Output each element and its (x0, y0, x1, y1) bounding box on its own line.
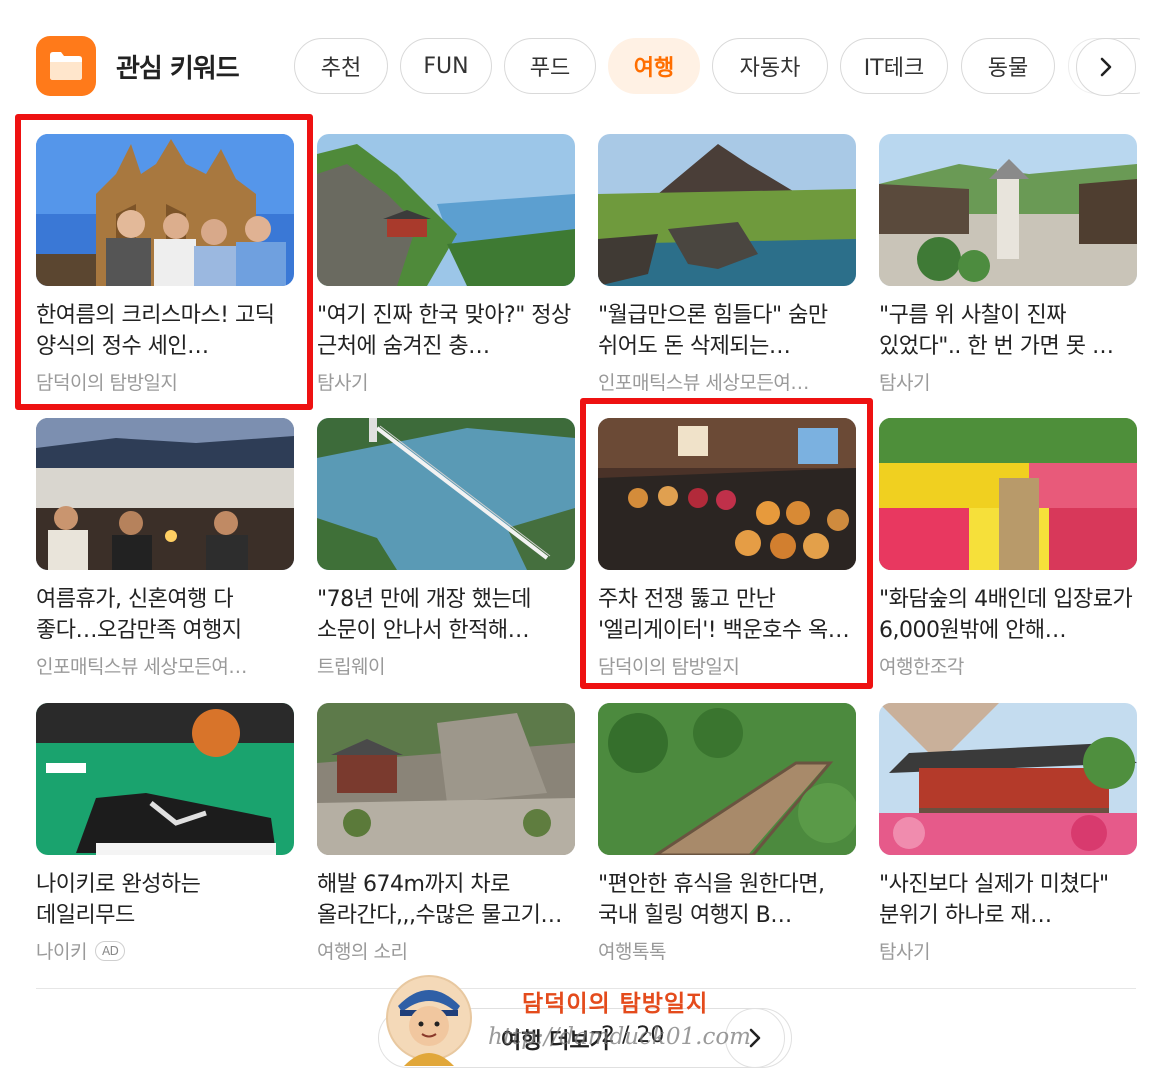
article-card[interactable]: "구름 위 사찰이 진짜 있었다".. 한 번 가면 못 … 탐사기 (879, 134, 1137, 395)
article-card[interactable]: "화담숲의 4배인데 입장료가 6,000원밖에 안해… 여행한조각 (879, 418, 1137, 679)
article-source: 트립웨이 (317, 656, 385, 678)
tab-next-button[interactable] (1076, 38, 1136, 96)
tab-travel[interactable]: 여행 (608, 38, 700, 94)
article-title[interactable]: 해발 674m까지 차로 올라간다,,,수많은 물고기… (317, 869, 575, 931)
keyword-header: 관심 키워드 추천 FUN 푸드 여행 자동차 IT테크 동물 ··· (0, 0, 1171, 120)
article-source: 탐사기 (879, 941, 930, 963)
watermark-avatar (384, 970, 474, 1066)
tab-fun[interactable]: FUN (400, 38, 492, 94)
article-thumbnail[interactable] (879, 418, 1137, 570)
article-card[interactable]: 여름휴가, 신혼여행 다 좋다…오감만족 여행지 인포매틱스뷰 세상모든여… (36, 418, 294, 679)
article-thumbnail[interactable] (317, 703, 575, 855)
article-card[interactable]: "78년 만에 개장 했는데 소문이 안나서 한적해… 트립웨이 (317, 418, 575, 679)
article-thumbnail[interactable] (598, 134, 856, 286)
article-title[interactable]: 나이키로 완성하는 데일리무드 (36, 869, 294, 931)
article-thumbnail[interactable] (36, 703, 294, 855)
article-card[interactable]: 나이키로 완성하는 데일리무드 나이키 AD (36, 703, 294, 964)
ad-source-name: 나이키 (36, 941, 87, 963)
article-title[interactable]: "편안한 휴식을 원한다면, 국내 힐링 여행지 B… (598, 869, 856, 931)
article-title[interactable]: "월급만으론 힘들다" 숨만 쉬어도 돈 삭제되는… (598, 300, 856, 362)
chevron-right-icon (1100, 57, 1112, 77)
tab-recommend[interactable]: 추천 (294, 38, 388, 94)
tab-it-tech[interactable]: IT테크 (840, 38, 948, 94)
tab-food[interactable]: 푸드 (504, 38, 596, 94)
article-source: 인포매틱스뷰 세상모든여… (36, 656, 247, 678)
article-thumbnail[interactable] (317, 418, 575, 570)
article-source: 탐사기 (317, 372, 368, 394)
folder-icon (36, 36, 96, 96)
keyword-tab-list: 추천 FUN 푸드 여행 자동차 IT테크 동물 ··· (294, 38, 1140, 96)
article-card[interactable]: "여기 진짜 한국 맞아?" 정상 근처에 숨겨진 충… 탐사기 (317, 134, 575, 395)
article-card[interactable]: 해발 674m까지 차로 올라간다,,,수많은 물고기… 여행의 소리 (317, 703, 575, 964)
article-title[interactable]: "구름 위 사찰이 진짜 있었다".. 한 번 가면 못 … (879, 300, 1137, 362)
highlight-box (580, 398, 873, 689)
article-thumbnail[interactable] (317, 134, 575, 286)
article-card[interactable]: "편안한 휴식을 원한다면, 국내 힐링 여행지 B… 여행톡톡 (598, 703, 856, 964)
article-title[interactable]: "여기 진짜 한국 맞아?" 정상 근처에 숨겨진 충… (317, 300, 575, 362)
page-title: 관심 키워드 (116, 54, 240, 84)
article-source: 탐사기 (879, 372, 930, 394)
article-source: 여행톡톡 (598, 941, 666, 963)
ad-badge: AD (94, 941, 126, 961)
article-thumbnail[interactable] (598, 703, 856, 855)
article-title[interactable]: "78년 만에 개장 했는데 소문이 안나서 한적해… (317, 584, 575, 646)
article-source: 나이키 AD (36, 937, 294, 964)
article-title[interactable]: "화담숲의 4배인데 입장료가 6,000원밖에 안해… (879, 584, 1137, 646)
watermark-url: http://damduck01.com (488, 1024, 751, 1050)
article-title[interactable]: "사진보다 실제가 미쳤다" 분위기 하나로 재… (879, 869, 1137, 931)
article-source: 인포매틱스뷰 세상모든여… (598, 372, 809, 394)
article-source: 여행한조각 (879, 656, 964, 678)
article-thumbnail[interactable] (36, 418, 294, 570)
tab-car[interactable]: 자동차 (712, 38, 828, 94)
article-card[interactable]: "사진보다 실제가 미쳤다" 분위기 하나로 재… 탐사기 (879, 703, 1137, 964)
highlight-box (15, 114, 313, 410)
tab-animal[interactable]: 동물 (961, 38, 1055, 94)
article-source: 여행의 소리 (317, 941, 408, 963)
watermark-title: 담덕이의 탐방일지 (522, 990, 709, 1017)
article-thumbnail[interactable] (879, 134, 1137, 286)
article-card[interactable]: "월급만으론 힘들다" 숨만 쉬어도 돈 삭제되는… 인포매틱스뷰 세상모든여… (598, 134, 856, 395)
article-title[interactable]: 여름휴가, 신혼여행 다 좋다…오감만족 여행지 (36, 584, 294, 646)
article-thumbnail[interactable] (879, 703, 1137, 855)
